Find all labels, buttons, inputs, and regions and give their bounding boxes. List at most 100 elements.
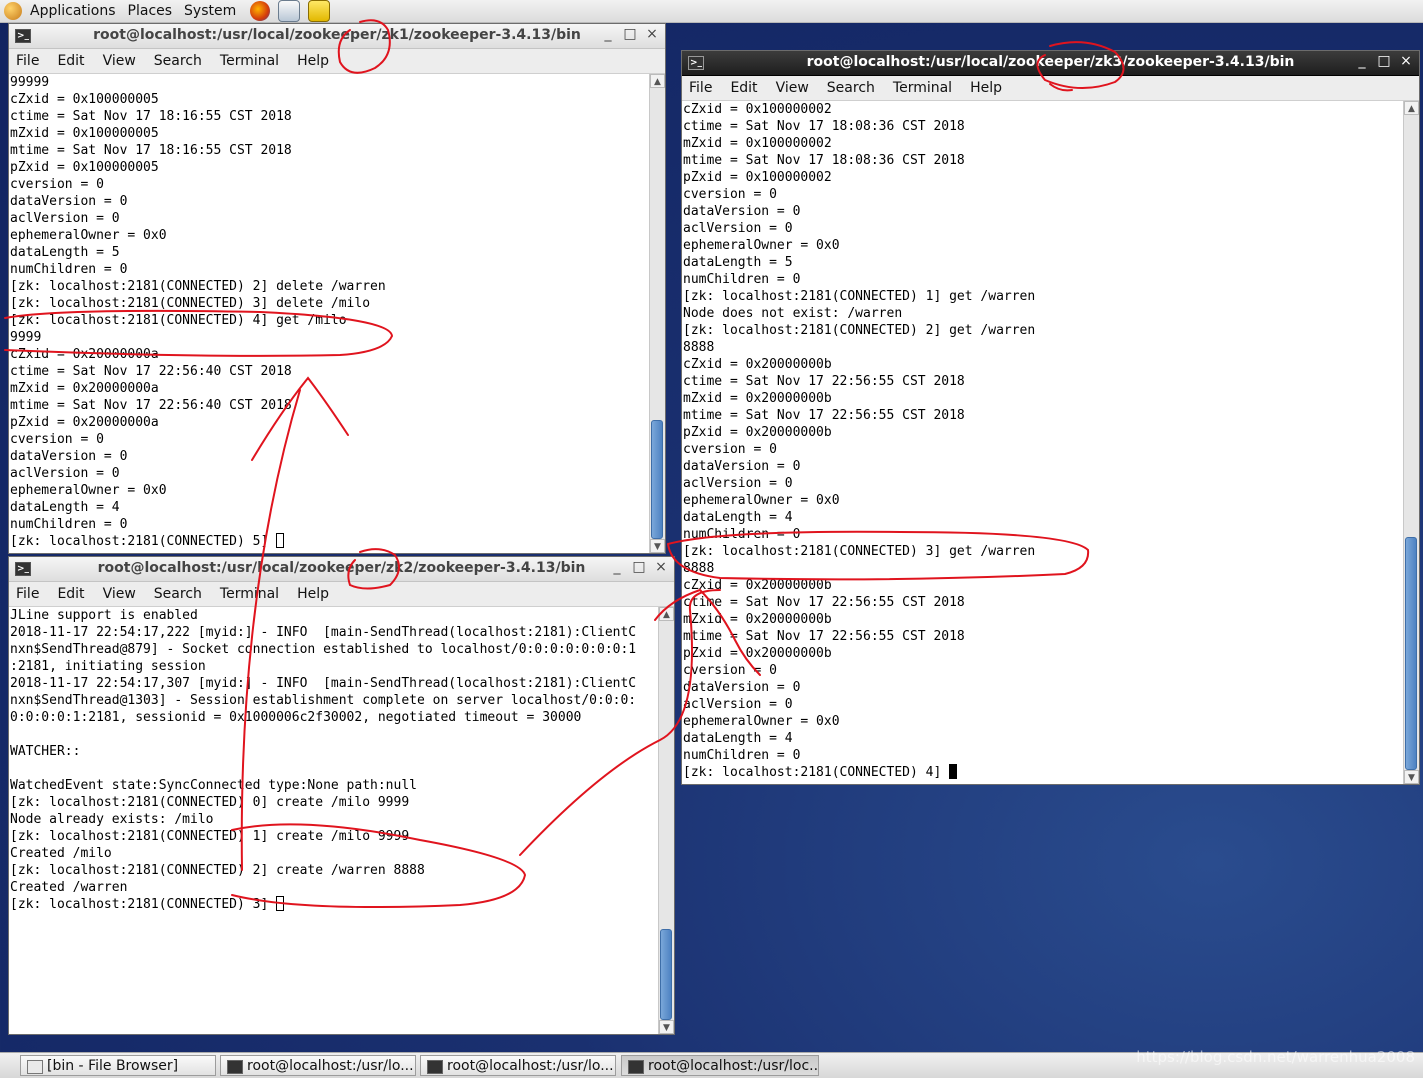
menu-search[interactable]: Search bbox=[145, 586, 211, 602]
places-menu[interactable]: Places bbox=[122, 3, 179, 19]
maximize-icon[interactable]: □ bbox=[623, 26, 637, 42]
system-menu[interactable]: System bbox=[178, 3, 242, 19]
menu-edit[interactable]: Edit bbox=[721, 80, 766, 96]
terminal-line: dataLength = 5 bbox=[10, 245, 120, 260]
maximize-icon[interactable]: □ bbox=[1377, 53, 1391, 69]
terminal-line: mtime = Sat Nov 17 22:56:55 CST 2018 bbox=[683, 629, 965, 644]
scrollbar[interactable]: ▲ ▼ bbox=[1403, 101, 1419, 784]
prompt-text: [zk: localhost:2181(CONNECTED) 4] bbox=[683, 765, 950, 780]
notes-icon[interactable] bbox=[308, 0, 331, 22]
terminal-line: aclVersion = 0 bbox=[683, 697, 793, 712]
terminal-line: dataLength = 4 bbox=[683, 731, 793, 746]
terminal-line: ctime = Sat Nov 17 22:56:55 CST 2018 bbox=[683, 374, 965, 389]
window-titlebar[interactable]: >_ root@localhost:/usr/local/zookeeper/z… bbox=[9, 557, 674, 582]
minimize-icon[interactable]: _ bbox=[1355, 53, 1369, 69]
menu-file[interactable]: File bbox=[9, 586, 48, 602]
menu-help[interactable]: Help bbox=[961, 80, 1011, 96]
terminal-icon bbox=[628, 1060, 644, 1074]
window-titlebar[interactable]: >_ root@localhost:/usr/local/zookeeper/z… bbox=[9, 24, 665, 49]
scroll-up-icon[interactable]: ▲ bbox=[659, 607, 674, 621]
maximize-icon[interactable]: □ bbox=[632, 559, 646, 575]
menu-terminal[interactable]: Terminal bbox=[211, 53, 288, 69]
scroll-up-icon[interactable]: ▲ bbox=[1404, 101, 1419, 115]
close-icon[interactable]: × bbox=[1399, 53, 1413, 69]
terminal-line: ephemeralOwner = 0x0 bbox=[10, 228, 167, 243]
window-titlebar[interactable]: >_ root@localhost:/usr/local/zookeeper/z… bbox=[682, 51, 1419, 76]
terminal-line: pZxid = 0x20000000b bbox=[683, 646, 832, 661]
terminal-line: pZxid = 0x100000005 bbox=[10, 160, 159, 175]
terminal-prompt[interactable]: [zk: localhost:2181(CONNECTED) 4] bbox=[683, 764, 1403, 781]
minimize-icon[interactable]: _ bbox=[601, 26, 615, 42]
menu-search[interactable]: Search bbox=[818, 80, 884, 96]
taskbar-item-label: root@localhost:/usr/lo... bbox=[247, 1058, 414, 1074]
terminal-menubar: File Edit View Search Terminal Help bbox=[682, 76, 1419, 101]
terminal-prompt[interactable]: [zk: localhost:2181(CONNECTED) 3] bbox=[10, 896, 658, 913]
window-title: root@localhost:/usr/local/zookeeper/zk2/… bbox=[97, 560, 586, 576]
menu-file[interactable]: File bbox=[9, 53, 48, 69]
terminal-line: numChildren = 0 bbox=[683, 272, 801, 287]
taskbar-item-terminal-1[interactable]: root@localhost:/usr/lo... bbox=[220, 1055, 416, 1076]
taskbar-item-terminal-3[interactable]: root@localhost:/usr/loc... bbox=[621, 1055, 819, 1076]
terminal-line: dataVersion = 0 bbox=[683, 204, 801, 219]
menu-terminal[interactable]: Terminal bbox=[884, 80, 961, 96]
terminal-menubar: File Edit View Search Terminal Help bbox=[9, 49, 665, 74]
terminal-line: WatchedEvent state:SyncConnected type:No… bbox=[10, 778, 417, 793]
terminal-line: [zk: localhost:2181(CONNECTED) 3] delete… bbox=[10, 296, 371, 311]
terminal-output[interactable]: JLine support is enabled 2018-11-17 22:54… bbox=[9, 607, 658, 1034]
menu-help[interactable]: Help bbox=[288, 586, 338, 602]
menu-edit[interactable]: Edit bbox=[48, 53, 93, 69]
terminal-line: dataLength = 4 bbox=[683, 510, 793, 525]
terminal-line: mZxid = 0x20000000b bbox=[683, 612, 832, 627]
menu-help[interactable]: Help bbox=[288, 53, 338, 69]
terminal-line: [zk: localhost:2181(CONNECTED) 2] delete… bbox=[10, 279, 386, 294]
menu-file[interactable]: File bbox=[682, 80, 721, 96]
scroll-thumb[interactable] bbox=[651, 420, 663, 539]
taskbar-item-terminal-2[interactable]: root@localhost:/usr/lo... bbox=[420, 1055, 616, 1076]
mail-icon[interactable] bbox=[278, 0, 301, 22]
scroll-thumb[interactable] bbox=[660, 929, 672, 1020]
firefox-icon[interactable] bbox=[250, 1, 271, 21]
menu-view[interactable]: View bbox=[94, 586, 145, 602]
menu-terminal[interactable]: Terminal bbox=[211, 586, 288, 602]
terminal-line: cZxid = 0x100000005 bbox=[10, 92, 159, 107]
terminal-line: ephemeralOwner = 0x0 bbox=[683, 493, 840, 508]
terminal-line: 0:0:0:0:1:2181, sessionid = 0x1000006c2f… bbox=[10, 710, 582, 725]
close-icon[interactable]: × bbox=[654, 559, 668, 575]
terminal-output[interactable]: 99999 cZxid = 0x100000005 ctime = Sat Nov … bbox=[9, 74, 649, 553]
terminal-line: 2018-11-17 22:54:17,222 [myid:] - INFO [… bbox=[10, 625, 637, 640]
terminal-line: 8888 bbox=[683, 340, 715, 355]
terminal-line: numChildren = 0 bbox=[10, 262, 128, 277]
scrollbar[interactable]: ▲ ▼ bbox=[649, 74, 665, 553]
scroll-down-icon[interactable]: ▼ bbox=[1404, 770, 1419, 784]
terminal-line: aclVersion = 0 bbox=[683, 476, 793, 491]
close-icon[interactable]: × bbox=[645, 26, 659, 42]
scrollbar[interactable]: ▲ ▼ bbox=[658, 607, 674, 1034]
terminal-line: ctime = Sat Nov 17 18:08:36 CST 2018 bbox=[683, 119, 965, 134]
menu-search[interactable]: Search bbox=[145, 53, 211, 69]
menu-view[interactable]: View bbox=[94, 53, 145, 69]
taskbar-item-file-browser[interactable]: [bin - File Browser] bbox=[20, 1055, 216, 1076]
watermark: https://blog.csdn.net/warrenhua2008 bbox=[1136, 1048, 1415, 1066]
prompt-text: [zk: localhost:2181(CONNECTED) 3] bbox=[10, 897, 277, 912]
terminal-line: cversion = 0 bbox=[683, 187, 777, 202]
scroll-down-icon[interactable]: ▼ bbox=[659, 1020, 674, 1034]
menu-view[interactable]: View bbox=[767, 80, 818, 96]
minimize-icon[interactable]: _ bbox=[610, 559, 624, 575]
applications-menu[interactable]: Applications bbox=[24, 3, 122, 19]
scroll-down-icon[interactable]: ▼ bbox=[650, 539, 665, 553]
terminal-line: pZxid = 0x20000000b bbox=[683, 425, 832, 440]
terminal-line: 9999 bbox=[10, 330, 42, 345]
terminal-line: WATCHER:: bbox=[10, 744, 81, 759]
terminal-line: Node does not exist: /warren bbox=[683, 306, 903, 321]
terminal-line: cZxid = 0x20000000b bbox=[683, 578, 832, 593]
terminal-line: [zk: localhost:2181(CONNECTED) 4] get /m… bbox=[10, 313, 347, 328]
scroll-thumb[interactable] bbox=[1405, 537, 1417, 770]
terminal-output[interactable]: cZxid = 0x100000002 ctime = Sat Nov 17 18… bbox=[682, 101, 1403, 784]
terminal-line: ephemeralOwner = 0x0 bbox=[10, 483, 167, 498]
scroll-up-icon[interactable]: ▲ bbox=[650, 74, 665, 88]
folder-icon bbox=[27, 1060, 43, 1074]
menu-edit[interactable]: Edit bbox=[48, 586, 93, 602]
terminal-line: pZxid = 0x20000000a bbox=[10, 415, 159, 430]
terminal-prompt[interactable]: [zk: localhost:2181(CONNECTED) 5] bbox=[10, 533, 649, 550]
